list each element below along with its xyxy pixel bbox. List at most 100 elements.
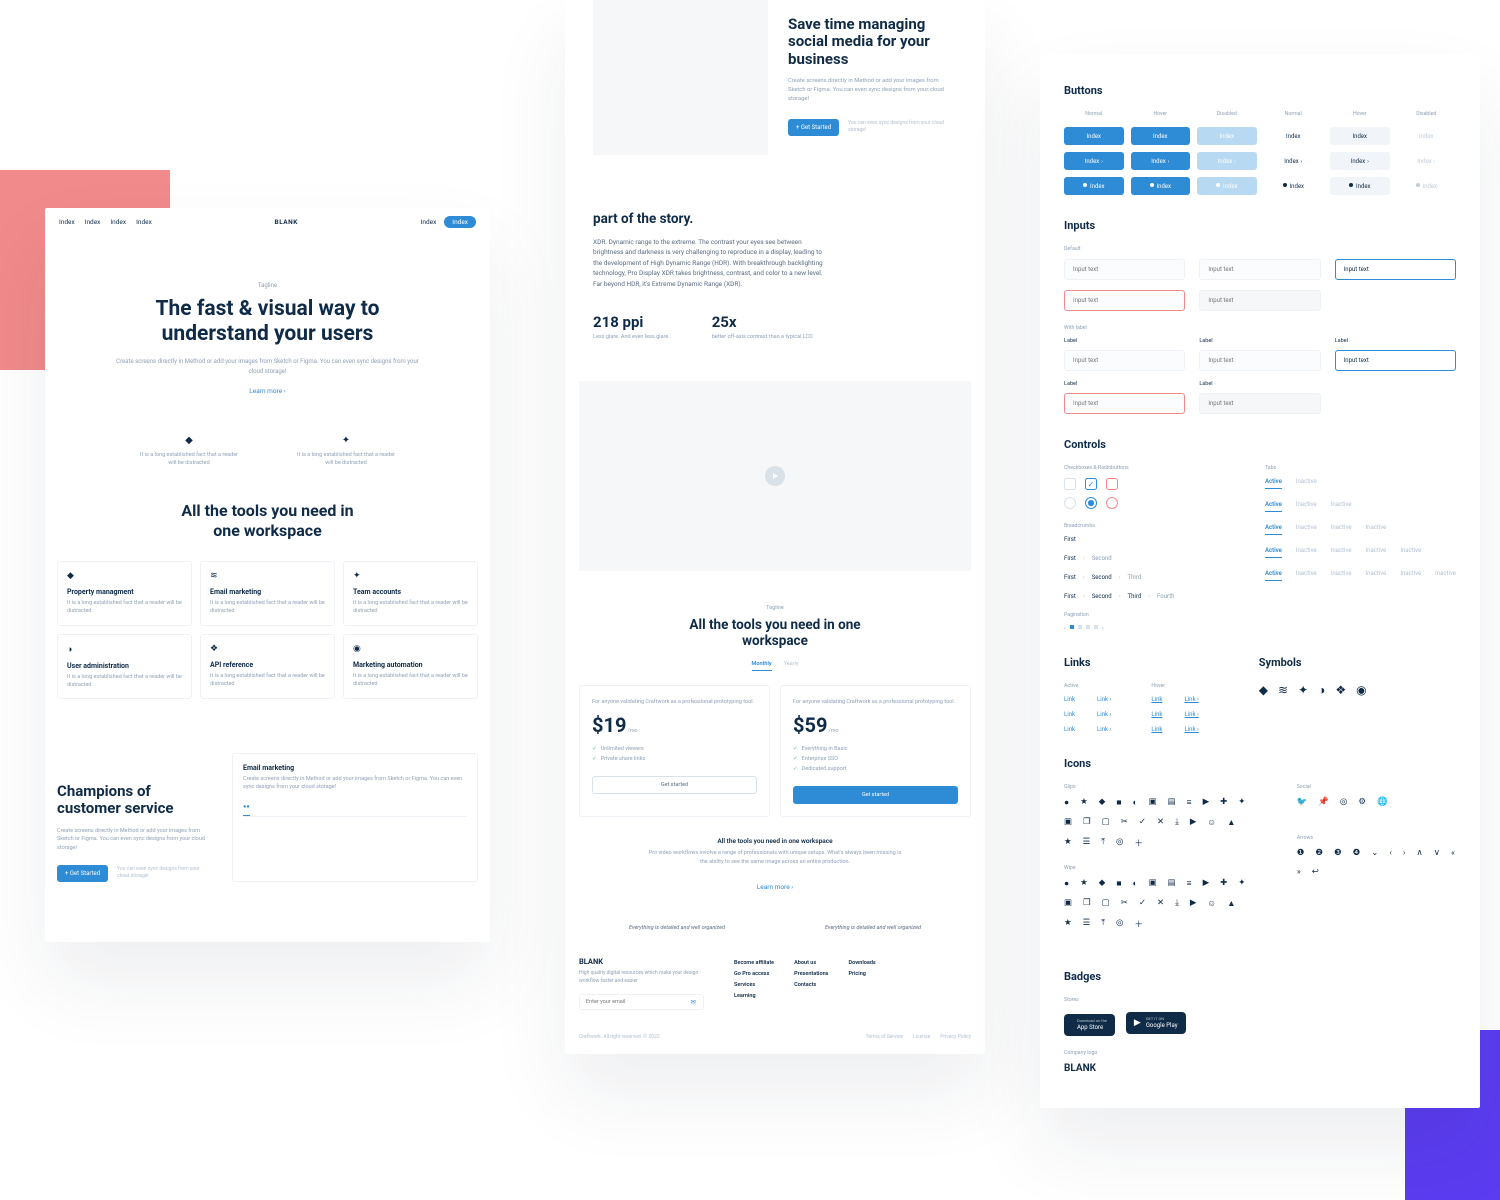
link[interactable]: Link xyxy=(1064,711,1075,718)
button-sample-caret[interactable]: Index› xyxy=(1330,152,1390,170)
tab[interactable]: Active xyxy=(1265,524,1282,535)
breadcrumb-item[interactable]: Fourth xyxy=(1157,593,1174,600)
breadcrumb-item[interactable]: Third xyxy=(1128,593,1142,600)
pagination-dot[interactable] xyxy=(1070,625,1074,629)
footer-link[interactable]: About us xyxy=(794,957,828,968)
tab[interactable]: Active xyxy=(1265,547,1282,558)
button-sample[interactable]: Index xyxy=(1064,127,1124,145)
checkbox-checked[interactable] xyxy=(1085,478,1097,490)
tab[interactable]: Inactive xyxy=(1296,547,1317,558)
breadcrumb-item[interactable]: Second xyxy=(1092,555,1112,562)
billing-tab-yearly[interactable]: Yearly xyxy=(784,661,799,671)
link-arrow[interactable]: Link › xyxy=(1097,711,1111,718)
tab[interactable]: Active xyxy=(1265,478,1282,489)
nav-link[interactable]: Index xyxy=(85,218,101,226)
button-sample-icon[interactable]: Index xyxy=(1064,177,1124,195)
google-play-badge[interactable]: ▶GET IT ONGoogle Play xyxy=(1126,1012,1186,1034)
footer-legal-link[interactable]: Privacy Policy xyxy=(940,1034,971,1040)
tool-card[interactable]: ◉ Marketing automation It is a long esta… xyxy=(343,634,478,700)
text-input-focus[interactable] xyxy=(1335,259,1456,280)
footer-legal-link[interactable]: Terms of Service xyxy=(866,1034,903,1040)
plan-button[interactable]: Get started xyxy=(592,776,757,794)
tab[interactable]: Inactive xyxy=(1331,524,1352,535)
link-arrow[interactable]: Link › xyxy=(1097,726,1111,733)
breadcrumb-item[interactable]: First xyxy=(1064,555,1076,562)
nav-link[interactable]: Index xyxy=(59,218,75,226)
tab[interactable]: Inactive xyxy=(1366,570,1387,581)
nav-link[interactable]: Index xyxy=(421,218,437,226)
radio-error[interactable] xyxy=(1106,497,1118,509)
footer-legal-link[interactable]: License xyxy=(913,1034,930,1040)
breadcrumb-item[interactable]: First xyxy=(1064,574,1076,581)
nav-link[interactable]: Index xyxy=(136,218,152,226)
radio[interactable] xyxy=(1064,497,1076,509)
button-sample-caret[interactable]: Index› xyxy=(1264,152,1324,170)
link-hover-arrow[interactable]: Link › xyxy=(1184,696,1198,703)
link-hover[interactable]: Link xyxy=(1151,696,1162,703)
tab[interactable]: Inactive xyxy=(1435,570,1456,581)
checkbox[interactable] xyxy=(1064,478,1076,490)
get-started-button[interactable]: + Get Started xyxy=(57,865,108,882)
link-hover[interactable]: Link xyxy=(1151,726,1162,733)
button-sample-caret[interactable]: Index› xyxy=(1131,152,1191,170)
panel-tab[interactable] xyxy=(260,804,266,816)
button-sample-icon[interactable]: Index xyxy=(1330,177,1390,195)
link-hover[interactable]: Link xyxy=(1151,711,1162,718)
breadcrumb-item[interactable]: Second xyxy=(1092,593,1112,600)
tool-card[interactable]: ✦ Team accounts It is a long established… xyxy=(343,561,478,626)
text-input-error[interactable] xyxy=(1064,290,1185,311)
button-sample-icon[interactable]: Index xyxy=(1131,177,1191,195)
tool-card[interactable]: ❖ API reference It is a long established… xyxy=(200,634,335,700)
text-input-focus[interactable] xyxy=(1335,350,1456,371)
tab[interactable]: Active xyxy=(1265,501,1282,512)
video-placeholder[interactable] xyxy=(579,381,971,571)
tab[interactable]: Inactive xyxy=(1400,547,1421,558)
button-sample[interactable]: Index xyxy=(1131,127,1191,145)
tab[interactable]: Active xyxy=(1265,570,1282,581)
learn-more-link[interactable]: Learn more › xyxy=(249,387,285,395)
submit-button[interactable]: ✉ xyxy=(684,995,703,1009)
button-sample-icon[interactable]: Index xyxy=(1264,177,1324,195)
link-arrow[interactable]: Link › xyxy=(1097,696,1111,703)
footer-link[interactable]: Presentations xyxy=(794,968,828,979)
radio-checked[interactable] xyxy=(1085,497,1097,509)
breadcrumb-item[interactable]: Second xyxy=(1092,574,1112,581)
pagination-dot[interactable] xyxy=(1094,625,1098,629)
footer-link[interactable]: Pricing xyxy=(849,968,876,979)
tab[interactable]: Inactive xyxy=(1296,570,1317,581)
tool-card[interactable]: ◆ Property managment It is a long establ… xyxy=(57,561,192,626)
breadcrumb-item[interactable]: First xyxy=(1064,536,1076,543)
checkbox-error[interactable] xyxy=(1106,478,1118,490)
tool-card[interactable]: ◑ User administration It is a long estab… xyxy=(57,634,192,700)
breadcrumb-item[interactable]: First xyxy=(1064,593,1076,600)
app-store-badge[interactable]: Download on theApp Store xyxy=(1064,1014,1115,1036)
pagination-prev[interactable]: ‹ xyxy=(1064,625,1066,632)
tab[interactable]: Inactive xyxy=(1331,570,1352,581)
tab[interactable]: Inactive xyxy=(1296,501,1317,512)
footer-link[interactable]: Become affiliate xyxy=(734,957,774,968)
text-input[interactable] xyxy=(1199,350,1320,371)
tool-card[interactable]: ≋ Email marketing It is a long establish… xyxy=(200,561,335,626)
footer-link[interactable]: Go Pro access xyxy=(734,968,774,979)
tab[interactable]: Inactive xyxy=(1400,570,1421,581)
pagination-next[interactable]: › xyxy=(1102,625,1104,632)
text-input-error[interactable] xyxy=(1064,393,1185,414)
text-input[interactable] xyxy=(1064,259,1185,280)
text-input[interactable] xyxy=(1199,259,1320,280)
tab[interactable]: Inactive xyxy=(1331,501,1352,512)
tab[interactable]: Inactive xyxy=(1296,478,1317,489)
link-hover-arrow[interactable]: Link › xyxy=(1184,711,1198,718)
footer-link[interactable]: Learning xyxy=(734,990,774,1001)
learn-more-link[interactable]: Learn more › xyxy=(757,883,793,891)
panel-tab[interactable]: ●● xyxy=(243,804,250,816)
tab[interactable]: Inactive xyxy=(1366,547,1387,558)
button-sample[interactable]: Index xyxy=(1330,127,1390,145)
email-input[interactable] xyxy=(580,995,684,1009)
footer-link[interactable]: Downloads xyxy=(849,957,876,968)
tab[interactable]: Inactive xyxy=(1366,524,1387,535)
billing-tab-monthly[interactable]: Monthly xyxy=(752,661,772,671)
breadcrumb-item[interactable]: Third xyxy=(1128,574,1142,581)
tab[interactable]: Inactive xyxy=(1331,547,1352,558)
tab[interactable]: Inactive xyxy=(1296,524,1317,535)
plan-button[interactable]: Get started xyxy=(793,786,958,804)
